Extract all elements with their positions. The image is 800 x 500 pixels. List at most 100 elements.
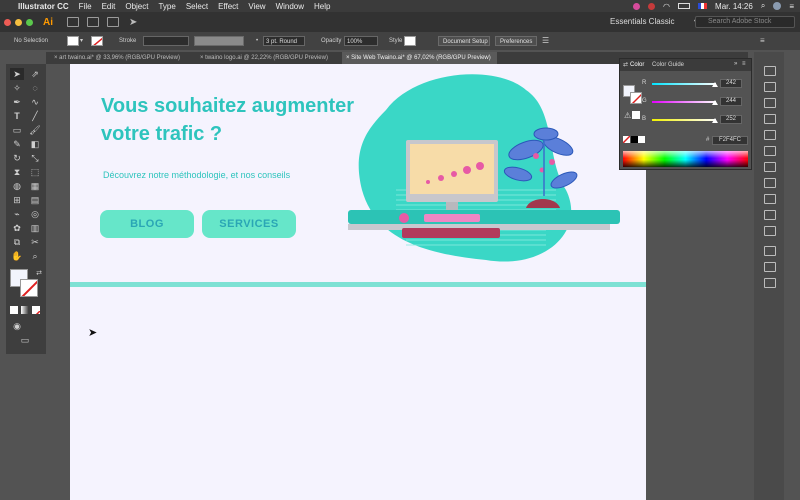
menu-window[interactable]: Window [276, 2, 304, 11]
menu-app-name[interactable]: Illustrator CC [18, 2, 69, 11]
status-icon-2[interactable] [648, 2, 656, 10]
tab-color[interactable]: Color [630, 62, 644, 68]
eyedropper-icon[interactable]: ⌁ [10, 208, 24, 220]
dock-symbols-icon[interactable] [764, 130, 776, 140]
gradient-mode-icon[interactable] [21, 306, 29, 314]
variable-width-profile[interactable] [194, 36, 244, 46]
workspace-switcher[interactable]: Essentials Classic ▾ [606, 15, 702, 27]
slider-red-track[interactable] [652, 83, 716, 85]
stroke-weight-input[interactable] [143, 36, 189, 46]
gpu-performance-icon[interactable]: ➤ [129, 17, 137, 28]
hero-illustration[interactable] [346, 70, 626, 270]
menu-select[interactable]: Select [186, 2, 208, 11]
status-icon-1[interactable] [633, 2, 641, 10]
none-mode-icon[interactable] [32, 306, 40, 314]
arrange-documents-icon[interactable] [107, 17, 119, 27]
slider-red[interactable]: R 242 [642, 79, 748, 89]
stroke-color-swatch[interactable] [20, 279, 38, 297]
slider-green[interactable]: G 244 [642, 97, 748, 107]
panel-menu-icon[interactable]: ≡ [760, 36, 765, 46]
dock-graphic-styles-icon[interactable] [764, 146, 776, 156]
tab-site-web-twaino[interactable]: × Site Web Twaino.ai* @ 67,02% (RGB/GPU … [342, 52, 497, 64]
hero-subline[interactable]: Découvrez notre méthodologie, et nos con… [103, 170, 290, 180]
dock-artboards-icon[interactable] [764, 278, 776, 288]
mesh-tool-icon[interactable]: ⊞ [10, 194, 24, 206]
slider-green-track[interactable] [652, 101, 716, 103]
none-swatch[interactable] [623, 136, 630, 143]
white-swatch[interactable] [638, 136, 645, 143]
stroke-swatch[interactable] [91, 36, 103, 46]
paintbrush-icon[interactable]: 🖌 [28, 124, 42, 136]
dock-libraries-icon[interactable] [764, 82, 776, 92]
type-tool-icon[interactable]: T [10, 110, 24, 122]
panel-options-icon[interactable]: ≡ [742, 61, 746, 67]
hex-input[interactable]: F2F4FC [712, 136, 748, 145]
slider-red-value[interactable]: 242 [720, 79, 742, 88]
brush-definition-select[interactable]: 3 pt. Round [263, 36, 305, 46]
graphic-style-swatch[interactable] [404, 36, 416, 46]
dock-export-icon[interactable] [764, 262, 776, 272]
fill-dropdown-icon[interactable]: ▾ [80, 36, 83, 46]
tab-twaino-logo[interactable]: × twaino logo.ai @ 22,22% (RGB/GPU Previ… [196, 52, 341, 64]
color-spectrum[interactable] [623, 151, 748, 167]
bridge-icon[interactable] [67, 17, 79, 27]
services-button[interactable]: SERVICES [202, 210, 296, 238]
window-close-button[interactable] [4, 18, 11, 26]
swap-fill-stroke-icon[interactable]: ⇄ [32, 268, 46, 280]
dock-gradient-icon[interactable] [764, 178, 776, 188]
battery-icon[interactable] [678, 3, 691, 9]
slider-blue-thumb[interactable] [712, 118, 718, 123]
dock-transparency-icon[interactable] [764, 194, 776, 204]
spotlight-icon[interactable]: ⌕ [761, 1, 765, 11]
adobe-stock-search[interactable]: Search Adobe Stock [695, 16, 795, 28]
color-mode-icon[interactable] [10, 306, 18, 314]
flag-icon[interactable] [698, 3, 708, 9]
slider-blue[interactable]: B 252 [642, 115, 748, 125]
width-tool-icon[interactable]: ⧗ [10, 166, 24, 178]
screen-mode-icon[interactable]: ▭ [18, 334, 32, 346]
blend-tool-icon[interactable]: ◎ [28, 208, 42, 220]
rectangle-tool-icon[interactable]: ▭ [10, 124, 24, 136]
menu-file[interactable]: File [79, 2, 92, 11]
fill-swatch[interactable] [67, 36, 79, 46]
slider-blue-track[interactable] [652, 119, 716, 121]
menu-help[interactable]: Help [314, 2, 330, 11]
dock-layers-icon[interactable] [764, 246, 776, 256]
panel-stroke-swatch[interactable] [630, 92, 642, 104]
graph-tool-icon[interactable]: ▥ [28, 222, 42, 234]
direct-selection-tool-icon[interactable]: ⇗ [28, 68, 42, 80]
menubar-clock[interactable]: Mar. 14:26 [715, 2, 753, 11]
notification-icon[interactable]: ≡ [789, 2, 794, 11]
wifi-icon[interactable]: ◠ [663, 2, 670, 11]
menu-type[interactable]: Type [158, 2, 175, 11]
eraser-icon[interactable]: ◧ [28, 138, 42, 150]
free-transform-icon[interactable]: ⬚ [28, 166, 42, 178]
web-safe-swatch[interactable] [632, 111, 640, 119]
gradient-tool-icon[interactable]: ▤ [28, 194, 42, 206]
arrange-icon[interactable]: ☰ [542, 36, 549, 46]
menu-view[interactable]: View [248, 2, 265, 11]
black-swatch[interactable] [631, 136, 638, 143]
zoom-tool-icon[interactable]: ⌕ [28, 250, 42, 262]
drawing-mode-icon[interactable]: ◉ [10, 320, 24, 332]
selection-tool-icon[interactable]: ➤ [10, 68, 24, 80]
tab-color-guide[interactable]: Color Guide [652, 62, 684, 68]
window-minimize-button[interactable] [15, 18, 22, 26]
hero-headline[interactable]: Vous souhaitez augmenter votre trafic ? [101, 92, 361, 148]
slider-green-thumb[interactable] [712, 100, 718, 105]
menu-edit[interactable]: Edit [102, 2, 116, 11]
artboard[interactable]: Vous souhaitez augmenter votre trafic ? … [70, 64, 646, 500]
out-of-gamut-icon[interactable]: ⚠ [624, 111, 631, 120]
document-setup-button[interactable]: Document Setup [438, 36, 490, 46]
rotate-tool-icon[interactable]: ↻ [10, 152, 24, 164]
menu-effect[interactable]: Effect [218, 2, 238, 11]
tab-art-twaino[interactable]: × art twaino.ai* @ 33,96% (RGB/GPU Previ… [50, 52, 195, 64]
dock-swatches-icon[interactable] [764, 98, 776, 108]
hand-tool-icon[interactable]: ✋ [10, 250, 24, 262]
panel-collapse-icon[interactable]: ⇄ [623, 61, 628, 68]
artboard-tool-icon[interactable]: ⧉ [10, 236, 24, 248]
magic-wand-icon[interactable]: ✧ [10, 82, 24, 94]
dock-stroke-icon[interactable] [764, 162, 776, 172]
opacity-input[interactable]: 100% [344, 36, 378, 46]
shape-builder-icon[interactable]: ◍ [10, 180, 24, 192]
